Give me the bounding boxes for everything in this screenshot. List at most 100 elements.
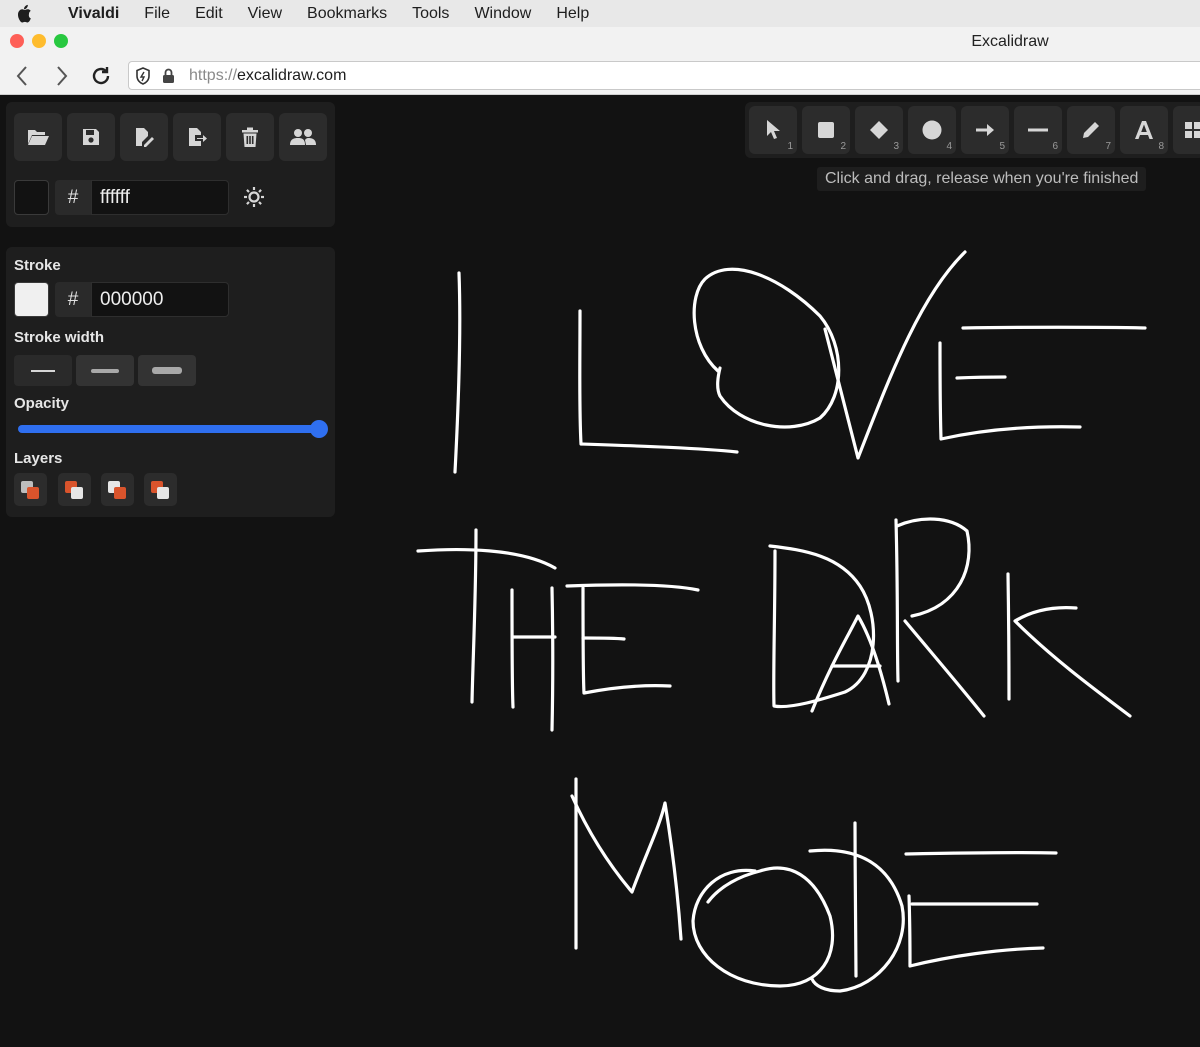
pointer-icon	[767, 120, 780, 139]
tool-diamond[interactable]: 3	[855, 106, 903, 154]
stroke-label: Stroke	[14, 257, 61, 274]
arrow-icon	[976, 124, 994, 136]
window-title: Excalidraw	[971, 33, 1049, 50]
menu-help[interactable]: Help	[556, 5, 589, 23]
chevron-left-icon	[16, 66, 27, 86]
properties-panel: Stroke # 000000 Stroke width Opacity Lay…	[6, 247, 335, 517]
canvas-background-swatch[interactable]	[14, 180, 49, 215]
stroke-color-input[interactable]: 000000	[91, 282, 229, 317]
open-button[interactable]	[14, 113, 62, 161]
tool-shortcut: 4	[946, 141, 952, 152]
file-edit-icon	[136, 128, 154, 147]
tool-line[interactable]: 6	[1014, 106, 1062, 154]
menu-bookmarks[interactable]: Bookmarks	[307, 5, 387, 23]
shield-icon[interactable]	[135, 67, 151, 85]
clear-canvas-button[interactable]	[226, 113, 274, 161]
address-bar: https://excalidraw.com	[0, 57, 1200, 95]
ellipse-icon	[922, 120, 942, 140]
tool-ellipse[interactable]: 4	[908, 106, 956, 154]
tool-shortcut: 6	[1052, 141, 1058, 152]
tool-shortcut: 1	[787, 141, 793, 152]
grid-icon	[1185, 122, 1200, 138]
drawing-canvas[interactable]: # ffffff Stroke # 000000 Stroke width Op…	[0, 96, 1200, 1047]
stroke-width-bold-button[interactable]	[76, 355, 134, 386]
send-backward-button[interactable]	[58, 473, 91, 506]
diamond-icon	[870, 121, 888, 139]
stroke-width-extra-bold-button[interactable]	[138, 355, 196, 386]
tools-toolbar: 1 2 3 4 5 6 7 8	[745, 102, 1200, 158]
theme-toggle-button[interactable]	[243, 186, 265, 213]
send-to-back-button[interactable]	[14, 473, 47, 506]
save-button[interactable]	[67, 113, 115, 161]
freehand-drawing	[416, 250, 1147, 993]
tool-arrow[interactable]: 5	[961, 106, 1009, 154]
stroke-hex-prefix: #	[55, 282, 91, 317]
opacity-slider-track[interactable]	[18, 425, 320, 433]
url-field[interactable]: https://excalidraw.com	[128, 61, 1200, 90]
tool-shortcut: 8	[1158, 141, 1164, 152]
tool-shortcut: 2	[840, 141, 846, 152]
url-host: excalidraw.com	[237, 66, 347, 84]
chevron-right-icon	[57, 66, 68, 86]
rectangle-icon	[818, 122, 834, 138]
lock-icon[interactable]	[162, 68, 175, 84]
layers-label: Layers	[14, 450, 63, 467]
menu-tools[interactable]: Tools	[412, 5, 449, 23]
menu-file[interactable]: File	[144, 5, 170, 23]
tool-text[interactable]: 8	[1120, 106, 1168, 154]
tool-shortcut: 5	[999, 141, 1005, 152]
pencil-icon	[1083, 122, 1099, 138]
stroke-width-label: Stroke width	[14, 329, 105, 346]
tool-shortcut: 3	[893, 141, 899, 152]
tool-selection[interactable]: 1	[749, 106, 797, 154]
reload-icon	[92, 67, 110, 85]
close-window-button[interactable]	[10, 34, 24, 48]
minimize-window-button[interactable]	[32, 34, 46, 48]
trash-icon	[242, 127, 258, 147]
layer-square-front	[114, 487, 126, 499]
tool-draw[interactable]: 7	[1067, 106, 1115, 154]
opacity-label: Opacity	[14, 395, 70, 412]
title-bar: Excalidraw	[0, 27, 1200, 57]
tool-library[interactable]	[1173, 106, 1200, 154]
zoom-window-button[interactable]	[54, 34, 68, 48]
bring-forward-button[interactable]	[101, 473, 134, 506]
back-button[interactable]	[8, 62, 36, 90]
text-icon	[1135, 121, 1153, 139]
file-export-icon	[189, 128, 207, 146]
apple-icon[interactable]	[0, 4, 48, 23]
users-icon	[290, 129, 316, 145]
stroke-color-swatch[interactable]	[14, 282, 49, 317]
menu-edit[interactable]: Edit	[195, 5, 223, 23]
window-controls	[10, 34, 68, 48]
menu-view[interactable]: View	[248, 5, 282, 23]
folder-open-icon	[28, 130, 49, 145]
menu-app-name[interactable]: Vivaldi	[68, 5, 119, 23]
line-icon	[1028, 128, 1048, 132]
save-icon	[83, 129, 99, 145]
forward-button[interactable]	[48, 62, 76, 90]
canvas-hex-prefix: #	[55, 180, 91, 215]
bring-to-front-button[interactable]	[144, 473, 177, 506]
url-protocol: https://	[189, 66, 238, 84]
reload-button[interactable]	[87, 62, 115, 90]
menu-bar: Vivaldi File Edit View Bookmarks Tools W…	[0, 0, 1200, 27]
opacity-slider-thumb[interactable]	[310, 420, 328, 438]
layer-square-front	[157, 487, 169, 499]
canvas-background-input[interactable]: ffffff	[91, 180, 229, 215]
layer-square-front	[71, 487, 83, 499]
collaborate-button[interactable]	[279, 113, 327, 161]
tool-rectangle[interactable]: 2	[802, 106, 850, 154]
tool-hint: Click and drag, release when you're fini…	[817, 167, 1147, 191]
extra-bold-line-icon	[152, 367, 182, 374]
thin-line-icon	[31, 369, 55, 372]
tool-shortcut: 7	[1105, 141, 1111, 152]
menu-window[interactable]: Window	[474, 5, 531, 23]
stroke-width-thin-button[interactable]	[14, 355, 72, 386]
bold-line-icon	[91, 368, 119, 373]
save-as-button[interactable]	[120, 113, 168, 161]
sun-icon	[244, 187, 264, 207]
actions-panel: # ffffff	[6, 102, 335, 227]
layer-square-front	[27, 487, 39, 499]
export-button[interactable]	[173, 113, 221, 161]
